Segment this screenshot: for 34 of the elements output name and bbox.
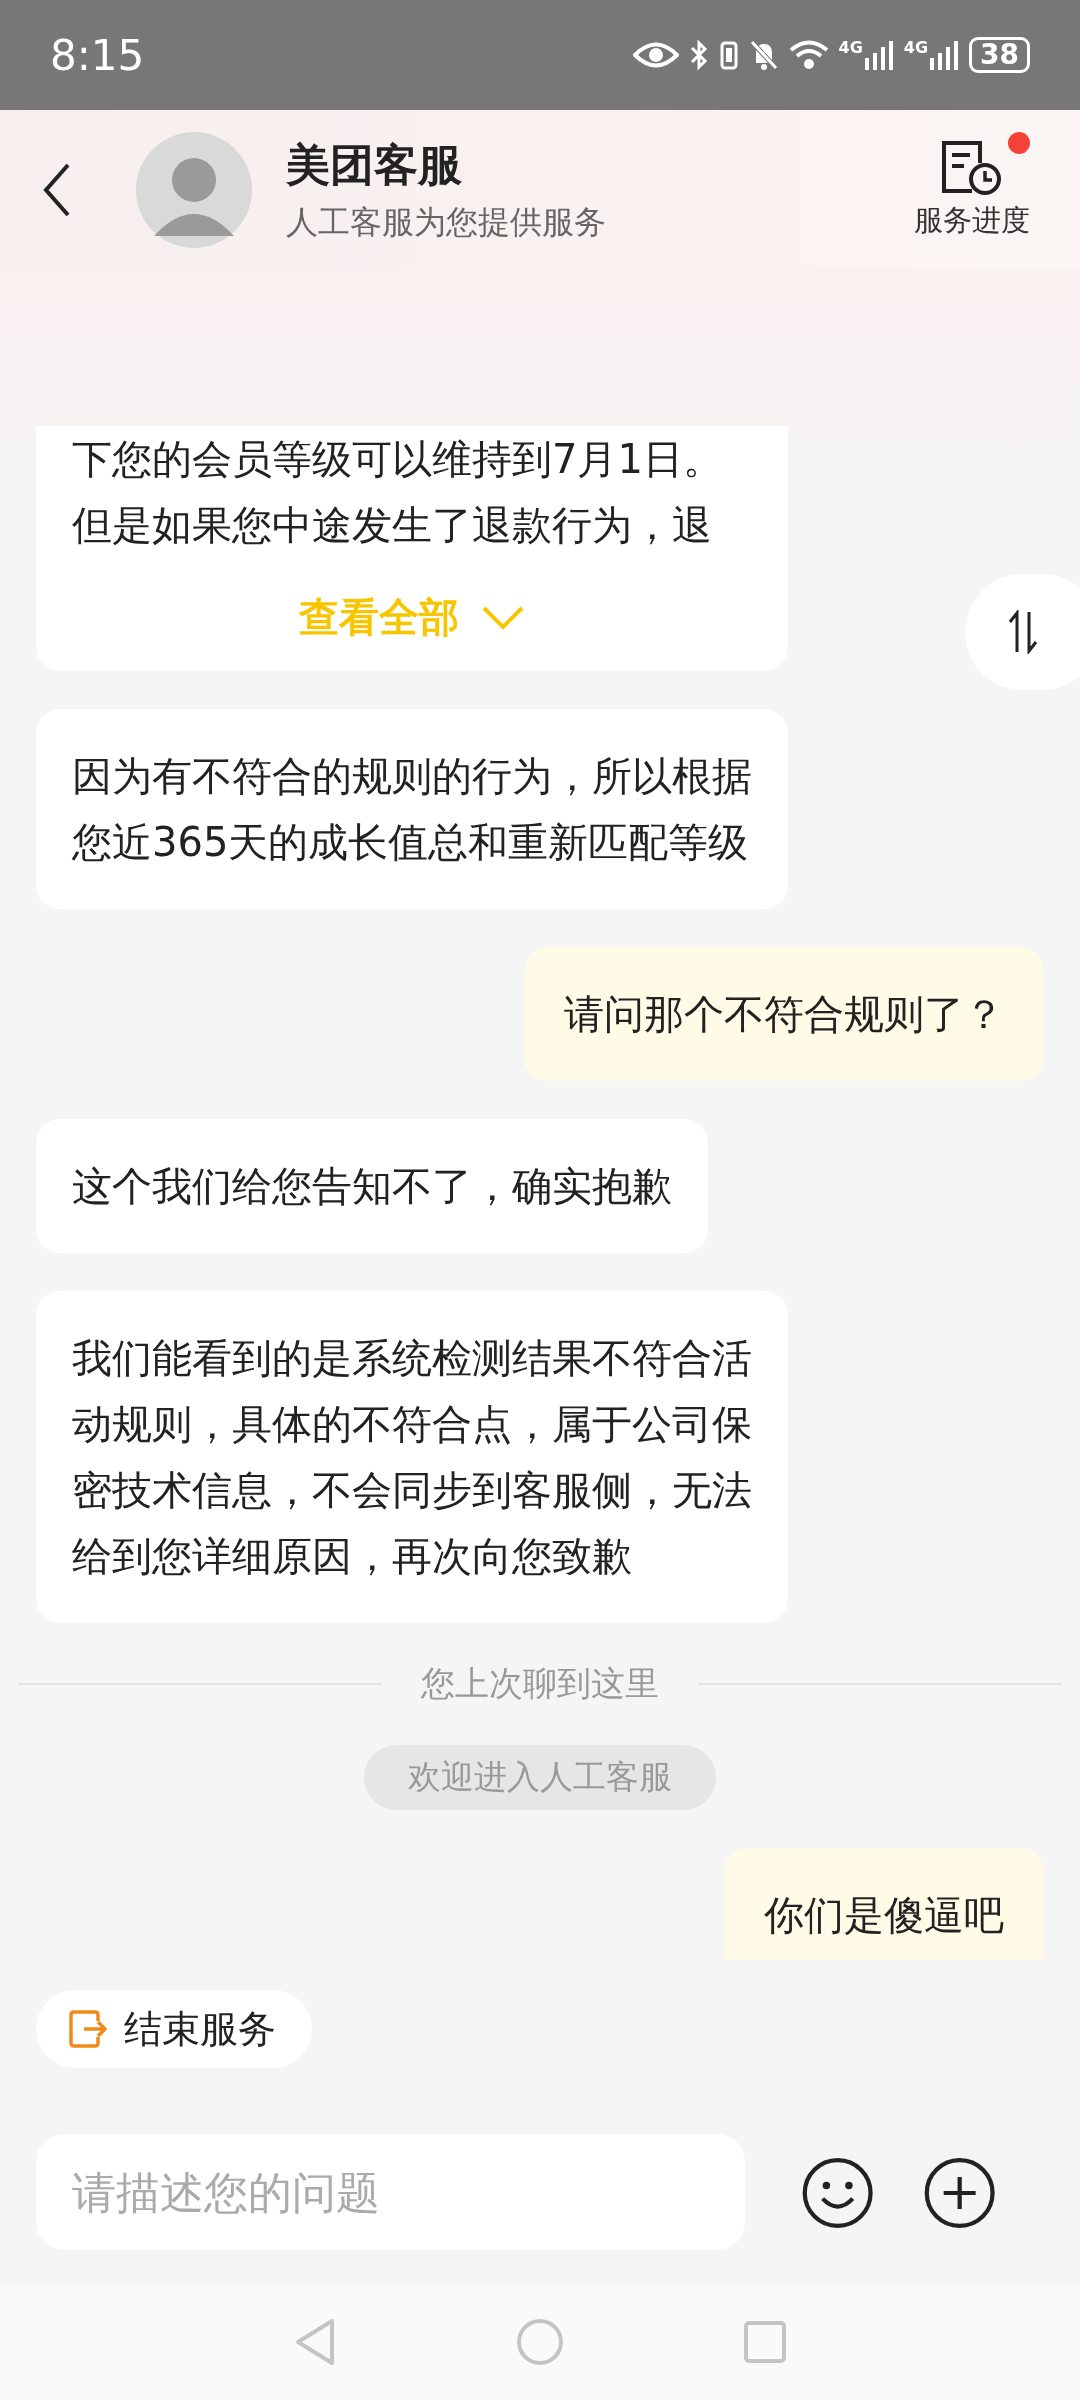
document-clock-icon — [940, 139, 1004, 197]
bell-off-icon — [748, 39, 779, 71]
message-text: 但是如果您中途发生了退款行为，退 — [72, 501, 713, 550]
message-text: 我们能看到的是系统检测结果不符合活动规则，具体的不符合点，属于公司保密技术信息，不会同步到客服侧，无法给到您详细原因，再次向您致歉 — [72, 1334, 752, 1581]
chat-subtitle: 人工客服为您提供服务 — [286, 201, 607, 243]
scroll-toggle-button[interactable] — [965, 574, 1080, 690]
service-progress-button[interactable]: 服务进度 — [914, 139, 1030, 241]
bluetooth-icon — [688, 39, 709, 71]
chevron-down-icon — [481, 604, 525, 631]
battery-indicator: 38 — [969, 37, 1030, 73]
recents-nav-icon[interactable] — [744, 2321, 786, 2363]
message-text: 请问那个不符合规则了？ — [564, 990, 1004, 1039]
system-notice: 欢迎进入人工客服 — [364, 1745, 716, 1810]
eye-icon — [632, 40, 679, 70]
vibrate-icon — [718, 39, 739, 71]
end-service-button[interactable]: 结束服务 — [36, 1990, 312, 2068]
message-text: 你们是傻逼吧 — [764, 1891, 1004, 1940]
back-icon[interactable] — [42, 162, 72, 218]
signal-icon — [929, 40, 960, 70]
network-type-label: 4G — [838, 40, 863, 56]
network-type-label: 4G — [903, 40, 929, 56]
exit-icon — [68, 2009, 108, 2049]
message-text: 因为有不符合的规则的行为，所以根据您近365天的成长值总和重新匹配等级 — [72, 752, 752, 867]
up-down-arrows-icon — [1007, 610, 1038, 654]
history-divider-label: 您上次聊到这里 — [421, 1662, 659, 1705]
home-nav-icon[interactable] — [516, 2318, 564, 2366]
message-text: 下您的会员等级可以维持到7月1日。 — [72, 435, 724, 484]
message-text: 这个我们给您告知不了，确实抱歉 — [72, 1162, 672, 1211]
clock-time: 8:15 — [50, 30, 145, 80]
back-nav-icon[interactable] — [294, 2317, 336, 2367]
signal-icon — [863, 40, 894, 70]
wifi-icon — [788, 39, 829, 71]
message-input-field[interactable]: 请描述您的问题 — [36, 2134, 746, 2250]
chat-title: 美团客服 — [286, 137, 463, 192]
